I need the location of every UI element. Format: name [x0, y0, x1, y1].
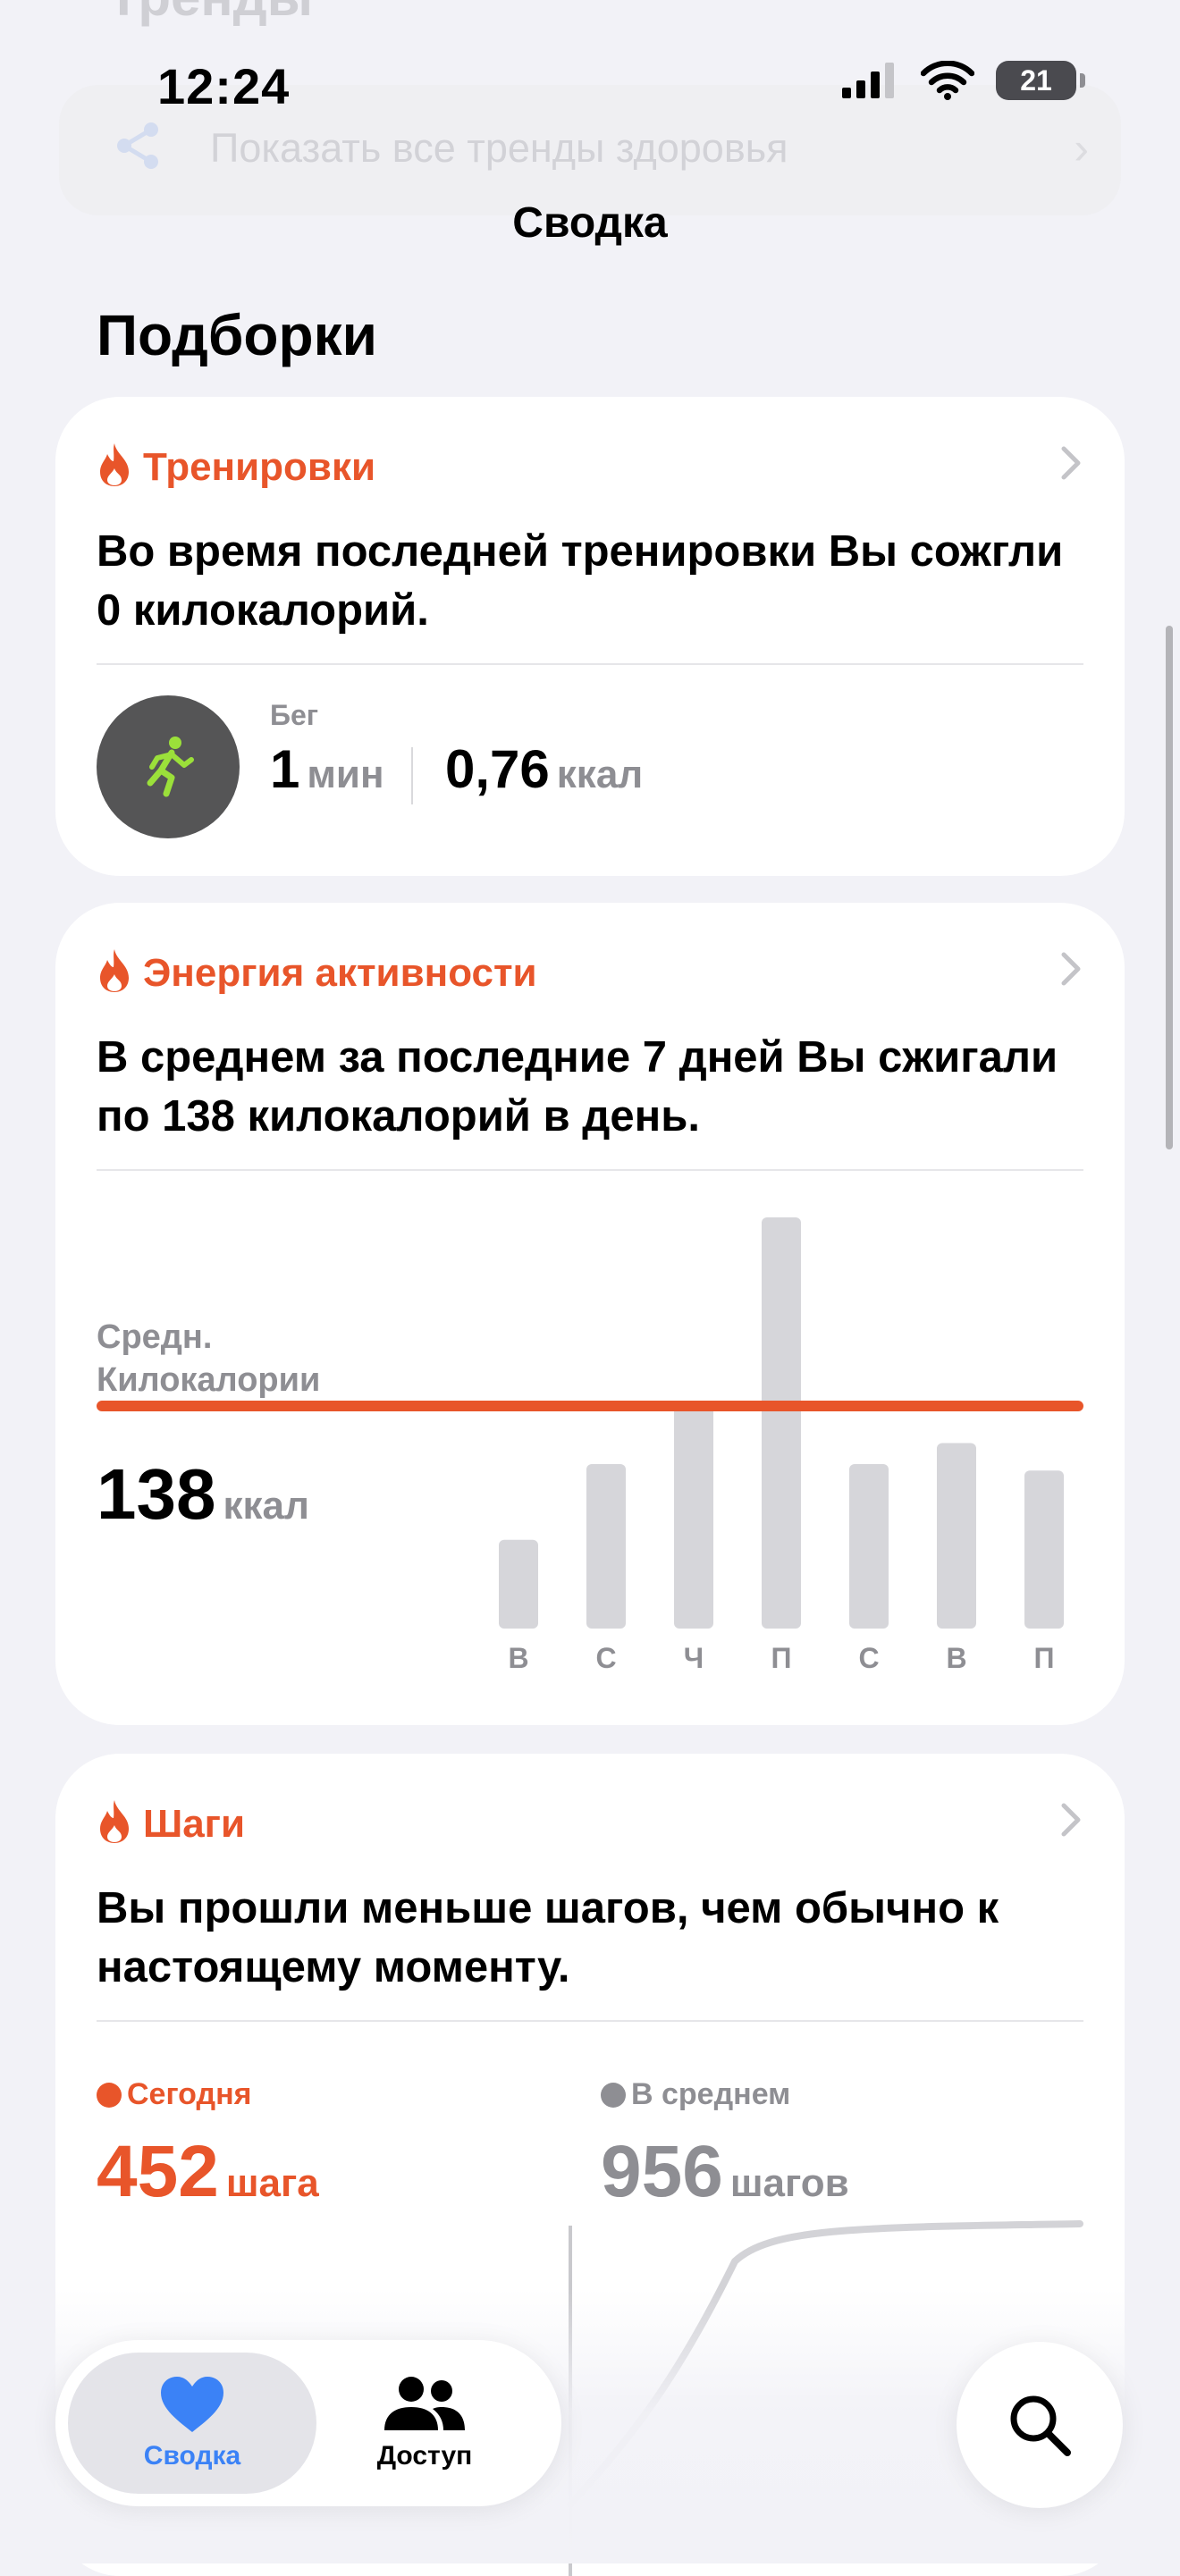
wifi-icon [921, 61, 974, 100]
energy-bar-day-label: Ч [684, 1642, 704, 1674]
trends-title-ghost: Тренды [107, 0, 313, 28]
battery-tip [1080, 73, 1085, 88]
vertical-scrollbar[interactable] [1166, 626, 1173, 1149]
energy-bar [586, 1464, 626, 1629]
status-icons: 21 [842, 61, 1085, 100]
energy-bar-day-label: С [858, 1642, 879, 1674]
energy-bar-day-label: П [771, 1642, 792, 1674]
tab-bar: Сводка Доступ [55, 2340, 561, 2506]
nav-title: Сводка [512, 199, 668, 247]
battery-level: 21 [1020, 63, 1052, 97]
energy-bar-day-label: В [508, 1642, 528, 1674]
people-icon [384, 2377, 465, 2430]
workout-activity-badge [97, 695, 240, 838]
workout-activity-name: Бег [270, 699, 319, 731]
workout-duration-unit: мин [307, 753, 384, 796]
energy-bar-day-label: С [595, 1642, 616, 1674]
workouts-card[interactable]: Тренировки Во время последней тренировки… [55, 397, 1125, 876]
tab-summary-label: Сводка [143, 2441, 241, 2471]
energy-bar [937, 1443, 976, 1629]
energy-bar [499, 1539, 538, 1629]
cellular-signal-icon [842, 63, 894, 98]
status-time: 12:24 [157, 58, 291, 114]
chevron-right-icon[interactable] [1058, 443, 1083, 483]
heart-icon [161, 2377, 223, 2432]
energy-bar-chart: ВСЧПСВП [97, 1217, 1083, 1674]
workout-energy-unit: ккал [556, 753, 644, 796]
energy-bar [762, 1217, 801, 1629]
active-energy-card[interactable]: Энергия активности В среднем за последни… [55, 903, 1125, 1725]
workout-duration-value: 1 [270, 739, 300, 799]
divider [97, 663, 1083, 665]
workout-energy-value: 0,76 [445, 739, 550, 799]
workout-energy: 0,76 ккал [445, 738, 643, 800]
section-title: Подборки [97, 303, 377, 367]
search-icon [1010, 2395, 1071, 2456]
workout-duration: 1 мин [270, 738, 384, 800]
share-trend-icon [117, 122, 158, 169]
tab-sharing-label: Доступ [376, 2441, 473, 2471]
energy-bar-day-label: В [946, 1642, 966, 1674]
tab-summary[interactable]: Сводка [68, 2353, 316, 2494]
search-button[interactable] [957, 2342, 1123, 2508]
trends-link-text-ghost: Показать все тренды здоровья [210, 125, 788, 171]
energy-bar [849, 1464, 889, 1629]
energy-bar-day-label: П [1034, 1642, 1055, 1674]
workouts-card-body: Во время последней тренировки Вы сожгли … [97, 527, 1064, 635]
tab-sharing[interactable]: Доступ [300, 2353, 549, 2494]
value-separator [411, 747, 413, 804]
battery-indicator: 21 [996, 61, 1085, 100]
workouts-card-header[interactable]: Тренировки [97, 442, 1083, 495]
chevron-right-icon: › [1074, 123, 1089, 173]
energy-bar [674, 1406, 713, 1629]
workouts-card-title: Тренировки [143, 445, 376, 489]
flame-icon [100, 443, 129, 486]
running-figure-icon [147, 737, 194, 797]
energy-bar [1024, 1470, 1064, 1629]
